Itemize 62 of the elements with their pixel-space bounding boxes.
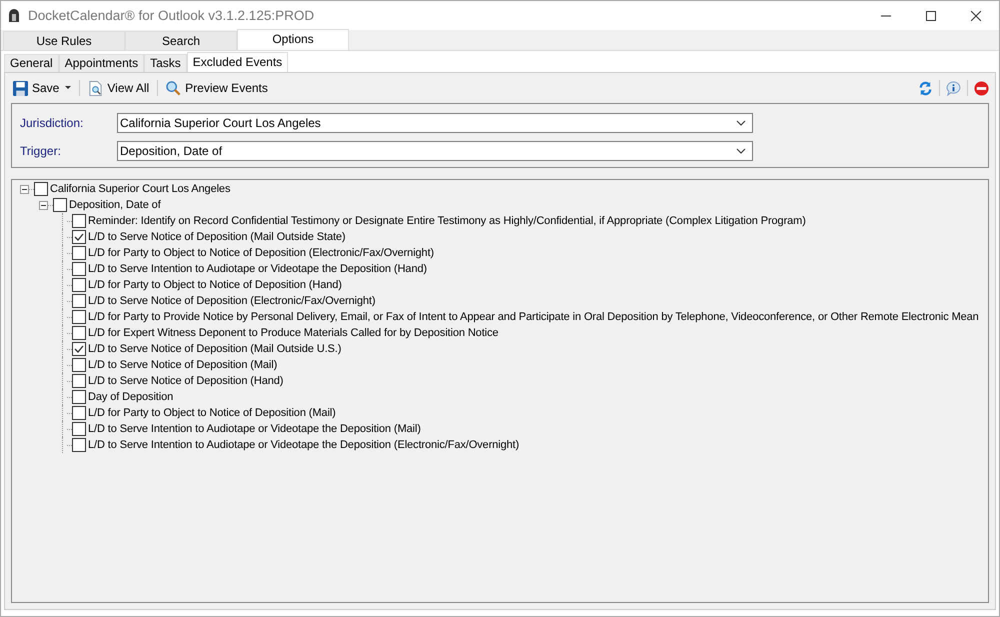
caret-icon [65,86,72,90]
checkbox[interactable] [72,406,86,420]
tree-item[interactable]: L/D to Serve Notice of Deposition (Hand) [88,374,284,388]
tree-item[interactable]: L/D for Expert Witness Deponent to Produce Materials Called for by Deposition Notice [88,326,498,340]
window-title: DocketCalendar® for Outlook v3.1.2.125:PROD [28,8,314,23]
tree-item[interactable]: L/D to Serve Intention to Audiotape or Videotape the Deposition (Electronic/Fax/Overnight) [88,438,520,452]
tree-item[interactable]: L/D to Serve Notice of Deposition (Mail) [88,358,278,372]
checkbox[interactable] [72,390,86,404]
maximize-icon[interactable] [926,10,936,20]
checkbox[interactable] [72,358,86,372]
refresh-icon[interactable] [918,80,933,96]
preview-events-button[interactable]: Preview Events [164,80,270,96]
checkbox[interactable] [72,374,86,388]
field-label: Jurisdiction: [20,116,84,130]
tree-item[interactable]: L/D to Serve Intention to Audiotape or Videotape the Deposition (Mail) [88,422,421,436]
checkbox[interactable] [72,294,86,308]
info-icon[interactable] [946,80,961,96]
chevron-down-icon [736,148,746,154]
checkbox[interactable] [72,262,86,276]
tab[interactable]: Tasks [144,54,187,72]
tab[interactable]: Excluded Events [186,52,288,72]
save-button[interactable]: Save [11,80,74,96]
tab[interactable]: General [4,54,59,72]
tree-item[interactable]: California Superior Court Los Angeles [50,182,230,196]
checkbox[interactable] [72,438,86,452]
tree-item[interactable]: L/D for Party to Provide Notice by Personal Delivery, Email, or Fax of Intent to Appear and Participate in Oral Deposition by Telephone, Videoconference, or Other Remote Electronic Mean [88,310,979,324]
tree-item[interactable]: Deposition, Date of [69,198,161,212]
tree-item[interactable]: L/D for Party to Object to Notice of Deposition (Hand) [88,278,342,292]
collapse-icon[interactable] [39,200,48,210]
checkbox[interactable] [72,230,86,244]
tree-item[interactable]: L/D to Serve Notice of Deposition (Mail Outside U.S.) [88,342,342,356]
tree-item[interactable]: L/D to Serve Notice of Deposition (Electronic/Fax/Overnight) [88,294,376,308]
tab[interactable]: Search [125,31,237,50]
stop-icon[interactable] [974,80,989,96]
tree-item[interactable]: L/D for Party to Object to Notice of Deposition (Electronic/Fax/Overnight) [88,246,434,260]
app-logo-icon [8,8,20,22]
tree-item[interactable]: Reminder: Identify on Record Confidential Testimony or Designate Entire Testimony as Highly/Confidential, if Appropriate (Complex Litigation Program) [88,214,806,228]
close-icon[interactable] [971,10,981,20]
checkbox[interactable] [72,246,86,260]
tree-item[interactable]: Day of Deposition [88,390,174,404]
checkbox[interactable] [34,182,48,196]
checkbox[interactable] [72,278,86,292]
document-magnifier-icon [88,80,104,96]
search-icon [166,80,182,96]
tab[interactable]: Appointments [58,54,144,72]
dropdown-field[interactable]: California Superior Court Los Angeles [117,113,753,133]
checkbox[interactable] [72,310,86,324]
checkbox[interactable] [72,214,86,228]
collapse-icon[interactable] [20,184,29,194]
checkbox[interactable] [72,422,86,436]
chevron-down-icon [736,120,746,126]
checkbox[interactable] [72,342,86,356]
tab[interactable]: Options [237,29,349,50]
tree-item[interactable]: L/D to Serve Notice of Deposition (Mail Outside State) [88,230,346,244]
tree-item[interactable]: L/D to Serve Intention to Audiotape or Videotape the Deposition (Hand) [88,262,427,276]
checkbox[interactable] [53,198,67,212]
view-all-button[interactable]: View All [86,80,152,96]
field-label: Trigger: [20,144,62,158]
checkbox[interactable] [72,326,86,340]
dropdown-field[interactable]: Deposition, Date of [117,141,753,161]
tree-item[interactable]: L/D for Party to Object to Notice of Deposition (Mail) [88,406,336,420]
tab[interactable]: Use Rules [3,31,125,50]
